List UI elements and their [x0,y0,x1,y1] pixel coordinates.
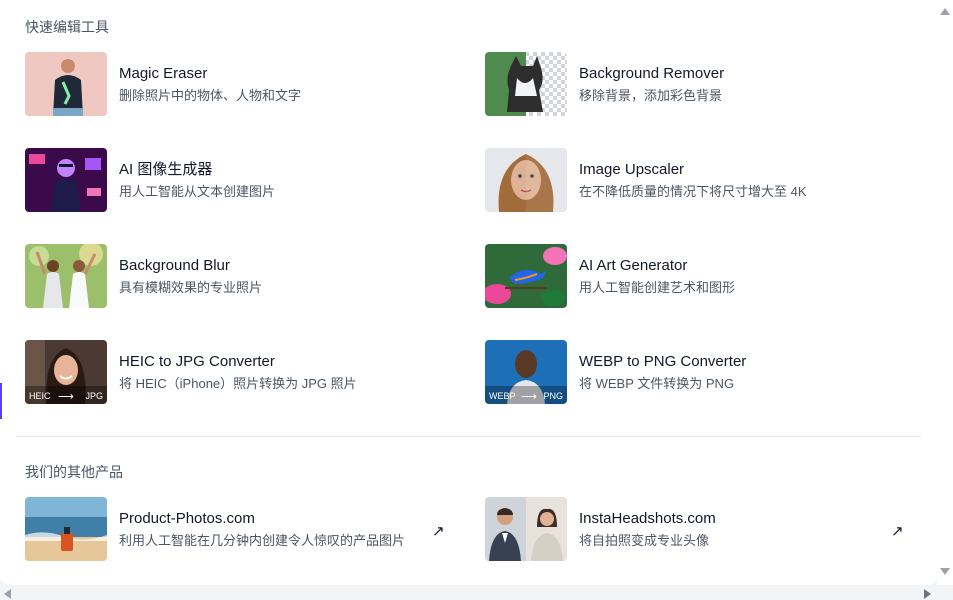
tool-ai-art-generator[interactable]: AI Art Generator 用人工智能创建艺术和图形 [485,243,925,309]
convert-arrow-icon: ⟶ [58,391,74,403]
scrollbar-corner [937,585,953,600]
scroll-down-icon[interactable] [940,568,950,575]
background-remover-thumbnail [485,52,567,116]
tool-magic-eraser[interactable]: Magic Eraser 删除照片中的物体、人物和文字 [25,51,465,117]
tool-description: 用人工智能创建艺术和图形 [579,279,736,295]
quick-tools-heading: 快速编辑工具 [25,19,109,35]
tool-title: Image Upscaler [579,160,685,178]
external-link-icon: ↗ [432,523,445,540]
focus-indicator [0,383,2,419]
product-title: InstaHeadshots.com [579,509,716,527]
vertical-scrollbar[interactable] [937,0,953,585]
tool-description: 用人工智能从文本创建图片 [119,183,276,199]
format-from-label: WEBP [489,391,516,401]
scroll-left-icon[interactable] [4,589,11,599]
tool-title: Magic Eraser [119,64,208,82]
tool-description: 在不降低质量的情况下将尺寸增大至 4K [579,183,807,199]
product-description: 将自拍照变成专业头像 [579,532,710,548]
ai-image-generator-thumbnail [25,148,107,212]
tool-background-blur[interactable]: Background Blur 具有模糊效果的专业照片 [25,243,465,309]
product-instaheadshots[interactable]: InstaHeadshots.com 将自拍照变成专业头像 ↗ [485,496,910,562]
ai-art-generator-thumbnail [485,244,567,308]
webp-to-png-thumbnail: WEBP ⟶ PNG [485,340,567,404]
scroll-right-icon[interactable] [924,589,931,599]
product-title: Product-Photos.com [119,509,255,527]
product-description: 利用人工智能在几分钟内创建令人惊叹的产品图片 [119,532,406,548]
image-upscaler-thumbnail [485,148,567,212]
tool-heic-to-jpg[interactable]: HEIC ⟶ JPG HEIC to JPG Converter 将 HEIC（… [25,339,465,405]
tool-description: 具有模糊效果的专业照片 [119,279,263,295]
tool-image-upscaler[interactable]: Image Upscaler 在不降低质量的情况下将尺寸增大至 4K [485,147,925,213]
tool-title: HEIC to JPG Converter [119,352,275,370]
horizontal-scrollbar[interactable] [0,585,937,600]
tool-description: 将 WEBP 文件转换为 PNG [579,375,735,391]
format-from-label: HEIC [29,391,51,401]
scroll-up-icon[interactable] [940,8,950,15]
convert-arrow-icon: ⟶ [521,391,537,403]
other-products-heading: 我们的其他产品 [25,464,123,480]
external-link-icon: ↗ [891,523,904,540]
tool-description: 将 HEIC（iPhone）照片转换为 JPG 照片 [119,375,357,391]
tool-description: 删除照片中的物体、人物和文字 [119,87,302,103]
instaheadshots-thumbnail [485,497,567,561]
tool-description: 移除背景，添加彩色背景 [579,87,723,103]
background-blur-thumbnail [25,244,107,308]
product-product-photos[interactable]: Product-Photos.com 利用人工智能在几分钟内创建令人惊叹的产品图… [25,496,450,562]
quick-tools-menu: 快速编辑工具 Magic Eraser 删除照片中的物体、人物和文字 Backg… [0,0,937,585]
tool-title: Background Blur [119,256,230,274]
tool-background-remover[interactable]: Background Remover 移除背景，添加彩色背景 [485,51,925,117]
magic-eraser-thumbnail [25,52,107,116]
tool-title: AI Art Generator [579,256,688,274]
tool-title: AI 图像生成器 [119,160,213,178]
heic-to-jpg-thumbnail: HEIC ⟶ JPG [25,340,107,404]
tool-title: WEBP to PNG Converter [579,352,747,370]
tool-webp-to-png[interactable]: WEBP ⟶ PNG WEBP to PNG Converter 将 WEBP … [485,339,925,405]
section-divider [16,436,921,437]
product-photos-thumbnail [25,497,107,561]
tool-ai-image-generator[interactable]: AI 图像生成器 用人工智能从文本创建图片 [25,147,465,213]
format-to-label: PNG [543,391,563,401]
tool-title: Background Remover [579,64,725,82]
format-to-label: JPG [85,391,103,401]
